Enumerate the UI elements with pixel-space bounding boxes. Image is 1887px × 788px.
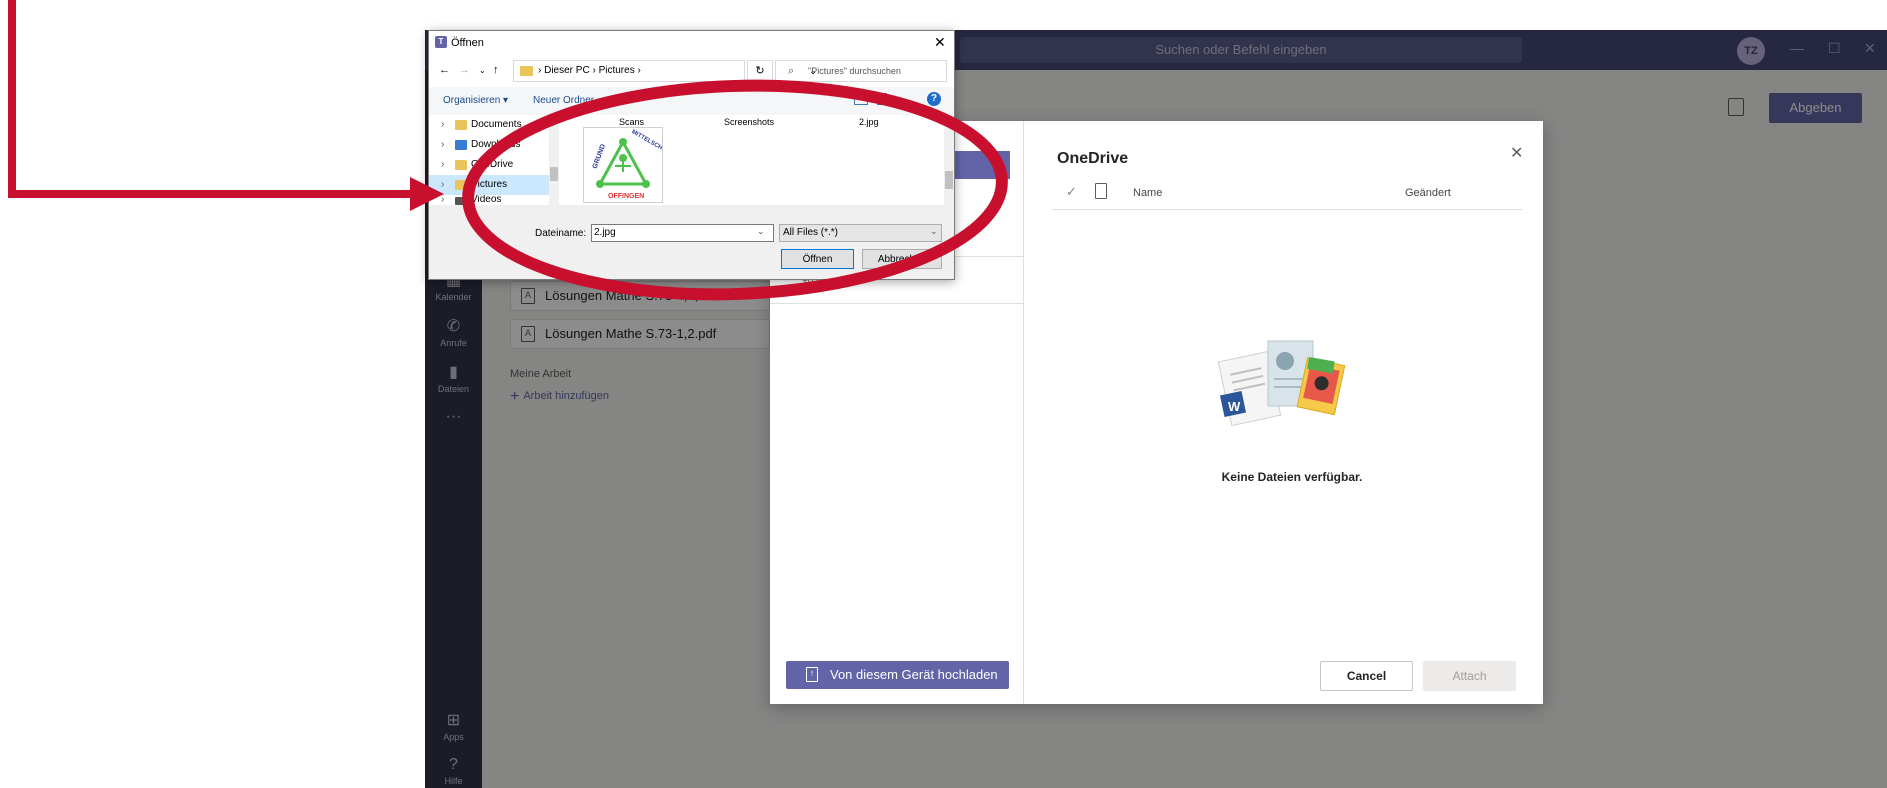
refresh-icon[interactable]: ↻ [747,60,773,82]
divider [1052,209,1522,210]
close-icon[interactable]: ✕ [934,34,946,51]
tree-item-onedrive[interactable]: › OneDrive [429,155,549,175]
videos-folder-icon [455,197,467,205]
chevron-right-icon[interactable]: › [441,155,444,175]
chevron-right-icon[interactable]: › [441,115,444,135]
file-caption[interactable]: Screenshots [724,117,774,127]
chevron-down-icon[interactable]: ⌄ [930,226,938,237]
select-all-check-icon[interactable]: ✓ [1066,184,1077,200]
school-logo-image: GRUND MITTELSCHULE OFFINGEN [592,129,674,200]
scroll-thumb[interactable] [945,171,953,189]
scroll-thumb[interactable] [550,167,558,181]
tree-item-downloads[interactable]: › Downloads [429,135,549,155]
file-caption[interactable]: 2.jpg [859,117,879,127]
column-header-name[interactable]: Name [1133,187,1162,199]
downloads-folder-icon [455,140,467,150]
annotation-arrow-horizontal [8,190,413,198]
documents-folder-icon [455,120,467,130]
file-list-scrollbar[interactable] [944,115,954,205]
logo-text-bottom: OFFINGEN [608,193,644,200]
search-icon: ⌕ [788,65,795,77]
new-folder-button[interactable]: Neuer Ordner [533,95,594,106]
filename-label: Dateiname: [535,228,587,239]
open-dialog-title-bar: T Öffnen ✕ [429,31,954,55]
empty-files-illustration-icon: W [1217,340,1346,427]
tree-item-documents[interactable]: › Documents [429,115,549,135]
close-icon[interactable]: ✕ [1510,143,1523,163]
upload-from-device-button[interactable]: ↑ Von diesem Gerät hochladen [786,661,1009,689]
organize-menu[interactable]: Organisieren ▾ [443,95,508,106]
cancel-button[interactable]: Cancel [1320,661,1413,691]
tree-scrollbar[interactable] [549,115,559,205]
logo-text-top: MITTELSCHULE [630,129,662,157]
view-options-icon[interactable] [854,93,868,105]
file-type-filter-select[interactable]: All Files (*.*) [779,224,942,242]
recent-dropdown-icon[interactable]: ⌄ [479,66,486,75]
cancel-button[interactable]: Abbrechen [862,249,942,269]
file-list: Scans Screenshots 2.jpg GRUND MITTELSCHU… [559,115,944,205]
logo-text-left: GRUND [592,143,607,170]
dialog-title: OneDrive [1057,150,1129,167]
chevron-right-icon[interactable]: › [441,135,444,155]
annotation-arrow-head-icon [410,177,444,211]
back-arrow-icon[interactable]: ← [439,64,450,76]
file-open-dialog: T Öffnen ✕ ← → ⌄ ↑ › Dieser PC › Picture… [428,30,955,280]
filename-input[interactable]: 2.jpg [591,224,774,242]
navigation-tree: › Documents › Downloads › OneDrive › Pic… [429,115,549,205]
folder-search-input[interactable]: ⌕ "Pictures" durchsuchen [775,60,947,82]
annotation-arrow-vertical [8,0,16,198]
address-path[interactable]: › Dieser PC › Pictures › ⌄ [513,60,817,82]
up-arrow-icon[interactable]: ↑ [493,64,499,76]
tree-item-videos[interactable]: › Videos [429,195,549,205]
image-thumbnail[interactable]: GRUND MITTELSCHULE OFFINGEN [583,127,674,203]
chevron-down-icon[interactable]: ⌄ [757,226,765,237]
tree-item-pictures[interactable]: › Pictures [429,175,549,195]
column-header-modified[interactable]: Geändert [1405,187,1451,199]
forward-arrow-icon[interactable]: → [459,64,470,76]
address-bar-row: ← → ⌄ ↑ › Dieser PC › Pictures › ⌄ ↻ ⌕ "… [429,55,954,87]
pictures-folder-icon [455,180,467,190]
upload-icon: ↑ [806,667,818,682]
attach-button[interactable]: Attach [1423,661,1516,691]
divider [770,303,1024,304]
teams-app-icon: T [435,36,447,48]
dialog-toolbar: Organisieren ▾ Neuer Ordner ? [429,87,954,115]
file-type-icon [1095,183,1107,199]
open-button[interactable]: Öffnen [781,249,854,269]
empty-state-message: Keine Dateien verfügbar. [1221,470,1363,484]
help-icon[interactable]: ? [927,92,941,106]
screenshot-stage: Suchen oder Befehl eingeben TZ — ☐ ✕ ▦ K… [0,0,1887,788]
preview-pane-icon[interactable] [877,93,887,105]
open-dialog-title: Öffnen [451,37,484,49]
svg-text:W: W [1228,399,1241,414]
file-caption[interactable]: Scans [619,117,644,127]
onedrive-folder-icon [455,160,467,170]
folder-icon [520,66,533,76]
